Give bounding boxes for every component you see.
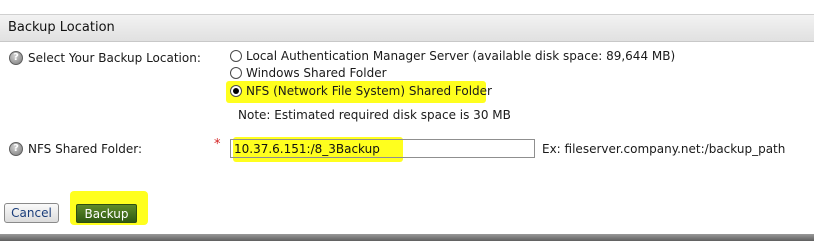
backup-button[interactable]: Backup — [76, 204, 137, 223]
radio-label-windows-share: Windows Shared Folder — [246, 66, 387, 80]
radio-label-nfs-share: NFS (Network File System) Shared Folder — [246, 84, 492, 98]
backup-location-label: Select Your Backup Location: — [28, 51, 201, 65]
footer-bar — [0, 234, 814, 241]
radio-button-icon[interactable] — [230, 85, 242, 97]
nfs-folder-example: Ex: fileserver.company.net:/backup_path — [542, 142, 786, 156]
disk-space-note: Note: Estimated required disk space is 3… — [238, 108, 511, 122]
nfs-folder-input[interactable] — [230, 139, 535, 158]
required-asterisk: * — [214, 137, 221, 152]
help-circle-icon[interactable]: ? — [9, 142, 23, 156]
nfs-folder-label: NFS Shared Folder: — [28, 142, 143, 156]
help-circle-icon[interactable]: ? — [9, 51, 23, 65]
section-header: Backup Location — [0, 14, 814, 42]
radio-label-local-server: Local Authentication Manager Server (ava… — [246, 49, 676, 63]
section-title: Backup Location — [8, 20, 115, 35]
radio-button-icon[interactable] — [230, 50, 242, 62]
radio-button-icon[interactable] — [230, 67, 242, 79]
cancel-button[interactable]: Cancel — [4, 203, 59, 223]
